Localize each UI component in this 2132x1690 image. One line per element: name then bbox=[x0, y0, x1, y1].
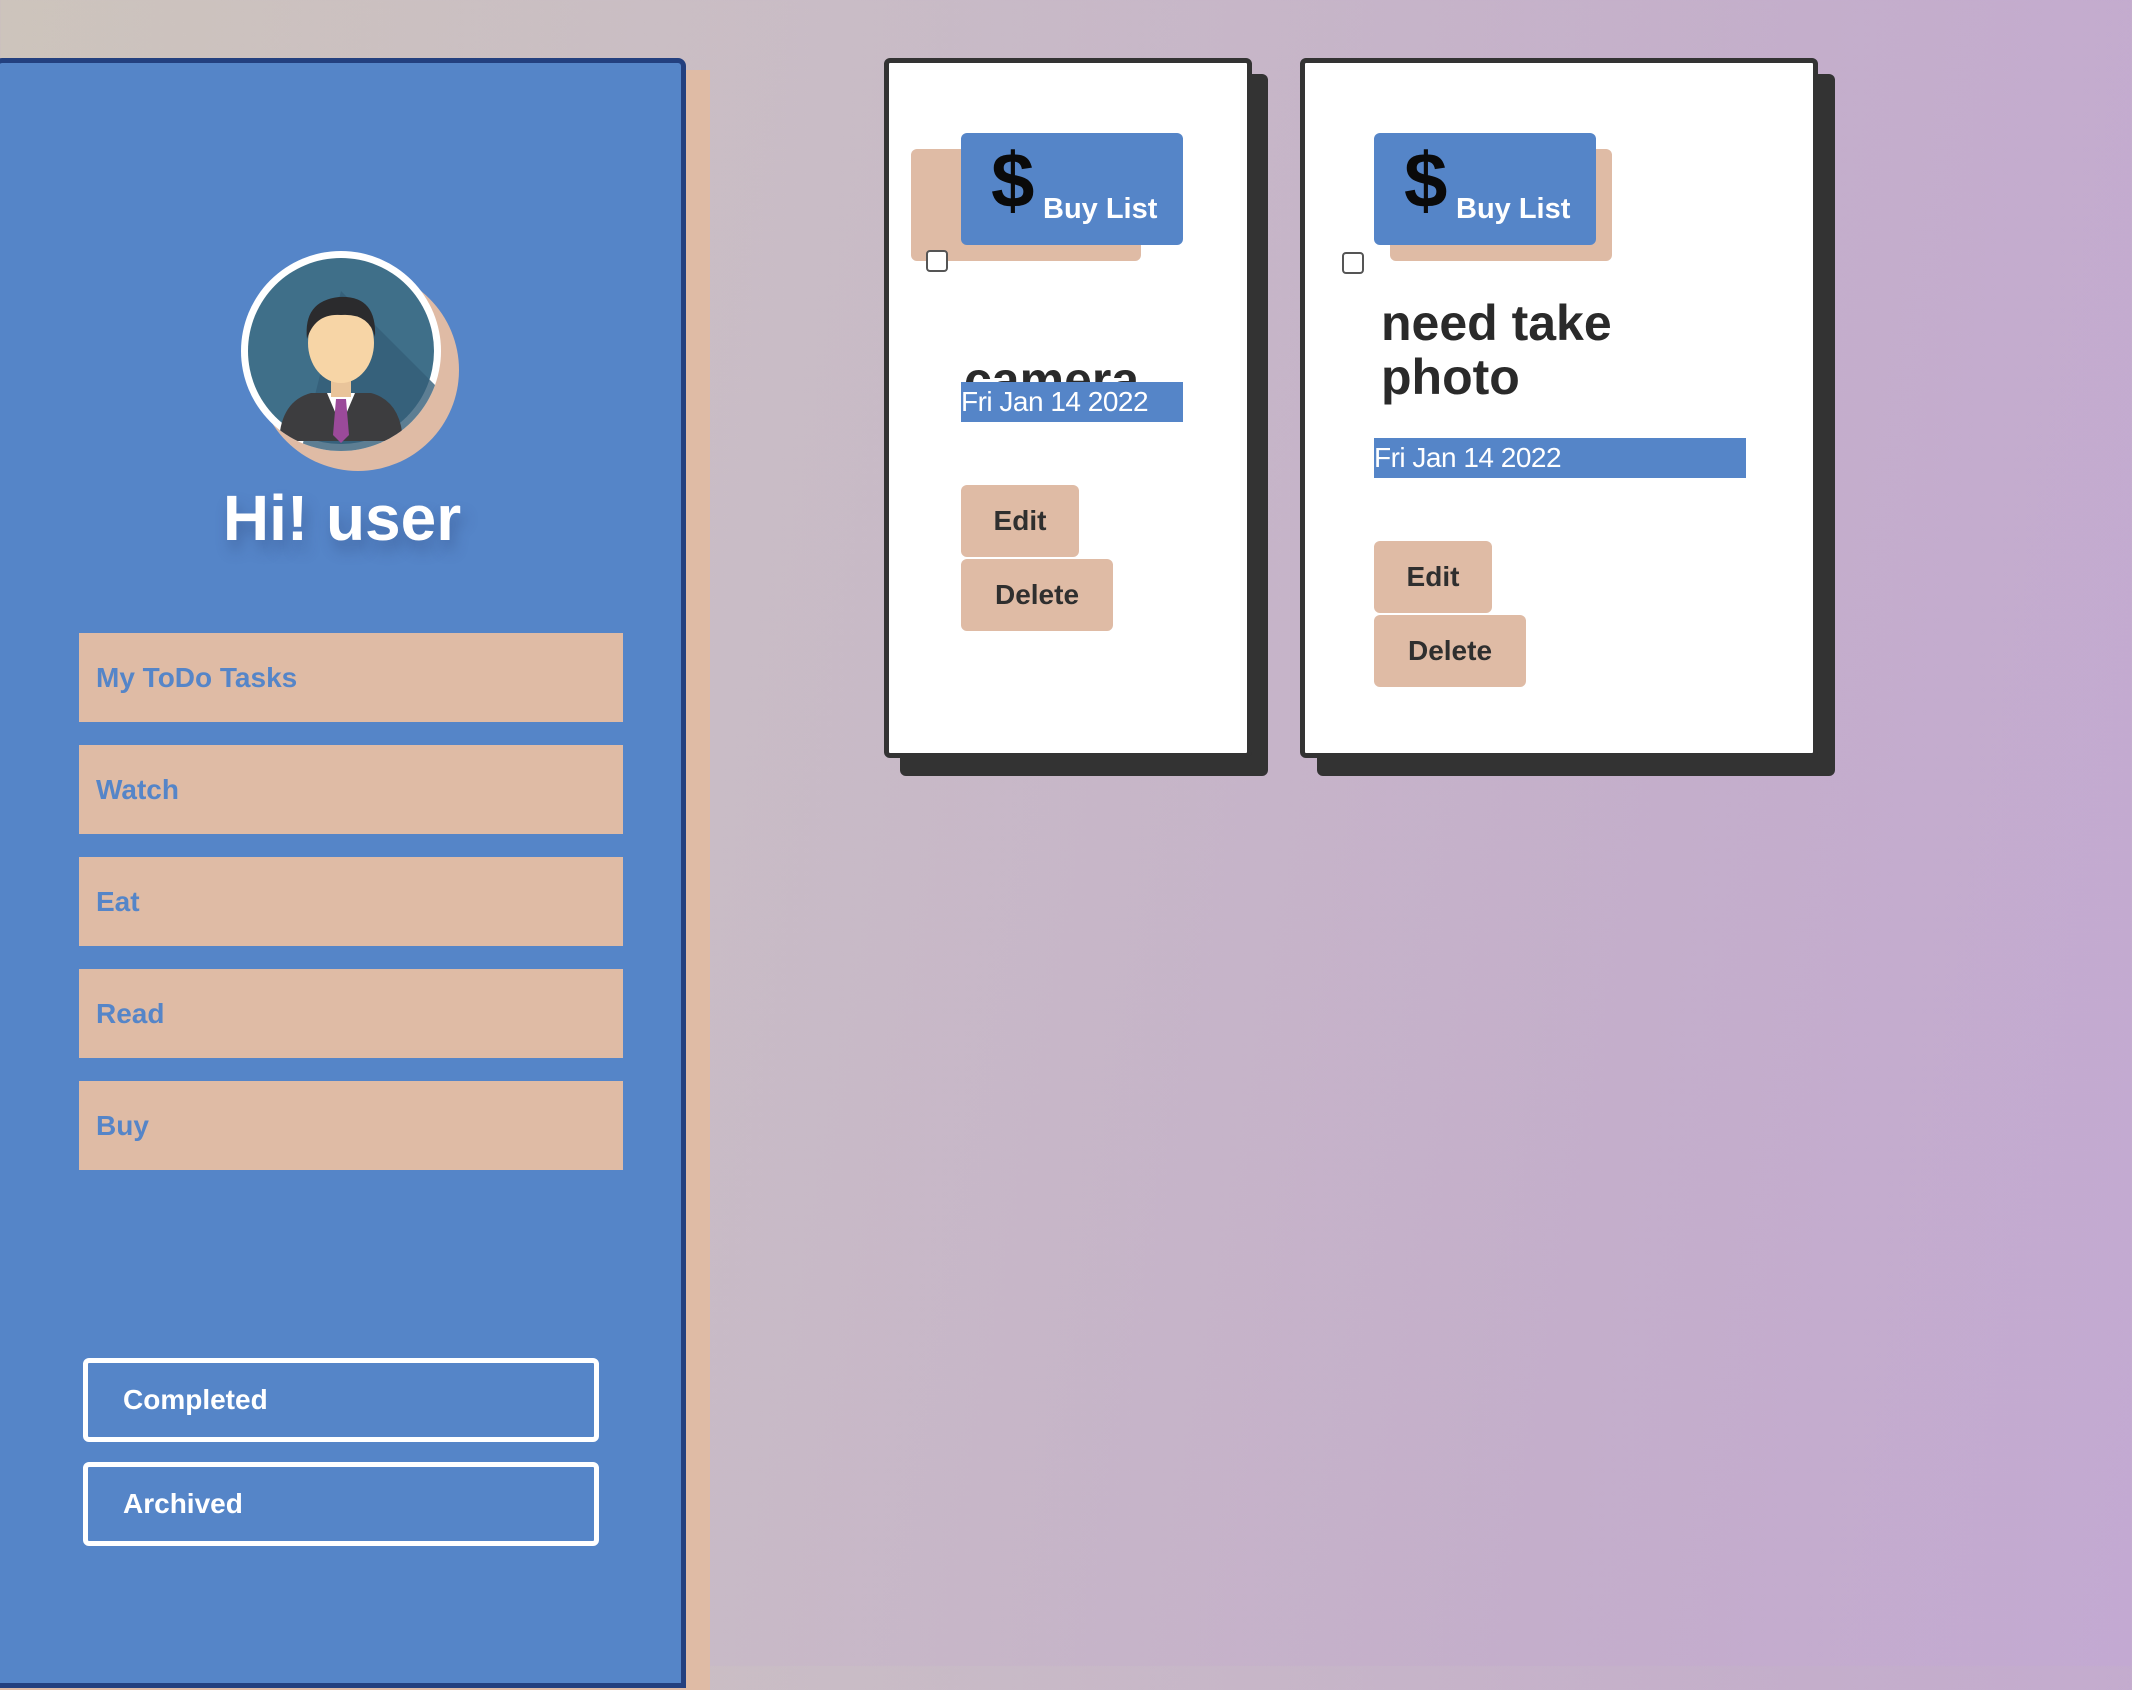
nav-item-eat[interactable]: Eat bbox=[79, 857, 623, 946]
delete-button[interactable]: Delete bbox=[961, 559, 1113, 631]
greeting-title: Hi! user bbox=[222, 482, 462, 554]
category-badge: $ Buy List bbox=[961, 133, 1183, 245]
category-label: Buy List bbox=[1043, 193, 1158, 225]
nav-item-read[interactable]: Read bbox=[79, 969, 623, 1058]
task-date: Fri Jan 14 2022 bbox=[1374, 438, 1746, 478]
nav-item-my-todo-tasks[interactable]: My ToDo Tasks bbox=[79, 633, 623, 722]
edit-button[interactable]: Edit bbox=[961, 485, 1079, 557]
task-card: $ Buy List need take photo Fri Jan 14 20… bbox=[1300, 58, 1818, 758]
category-label: Buy List bbox=[1456, 193, 1571, 225]
edit-button[interactable]: Edit bbox=[1374, 541, 1492, 613]
user-avatar-icon bbox=[248, 258, 441, 451]
task-checkbox[interactable] bbox=[926, 250, 948, 272]
nav-item-buy[interactable]: Buy bbox=[79, 1081, 623, 1170]
sidebar: Hi! user My ToDo Tasks Watch Eat Read Bu… bbox=[0, 58, 686, 1688]
task-card: $ Buy List camera Fri Jan 14 2022 Edit D… bbox=[884, 58, 1252, 758]
task-checkbox[interactable] bbox=[1342, 252, 1364, 274]
task-date: Fri Jan 14 2022 bbox=[961, 382, 1183, 422]
nav-item-watch[interactable]: Watch bbox=[79, 745, 623, 834]
archived-button[interactable]: Archived bbox=[83, 1462, 599, 1546]
task-title: need take photo bbox=[1381, 295, 1612, 405]
dollar-icon: $ bbox=[1404, 136, 1448, 224]
delete-button[interactable]: Delete bbox=[1374, 615, 1526, 687]
dollar-icon: $ bbox=[991, 136, 1035, 224]
avatar bbox=[241, 251, 441, 451]
completed-button[interactable]: Completed bbox=[83, 1358, 599, 1442]
category-badge: $ Buy List bbox=[1374, 133, 1596, 245]
